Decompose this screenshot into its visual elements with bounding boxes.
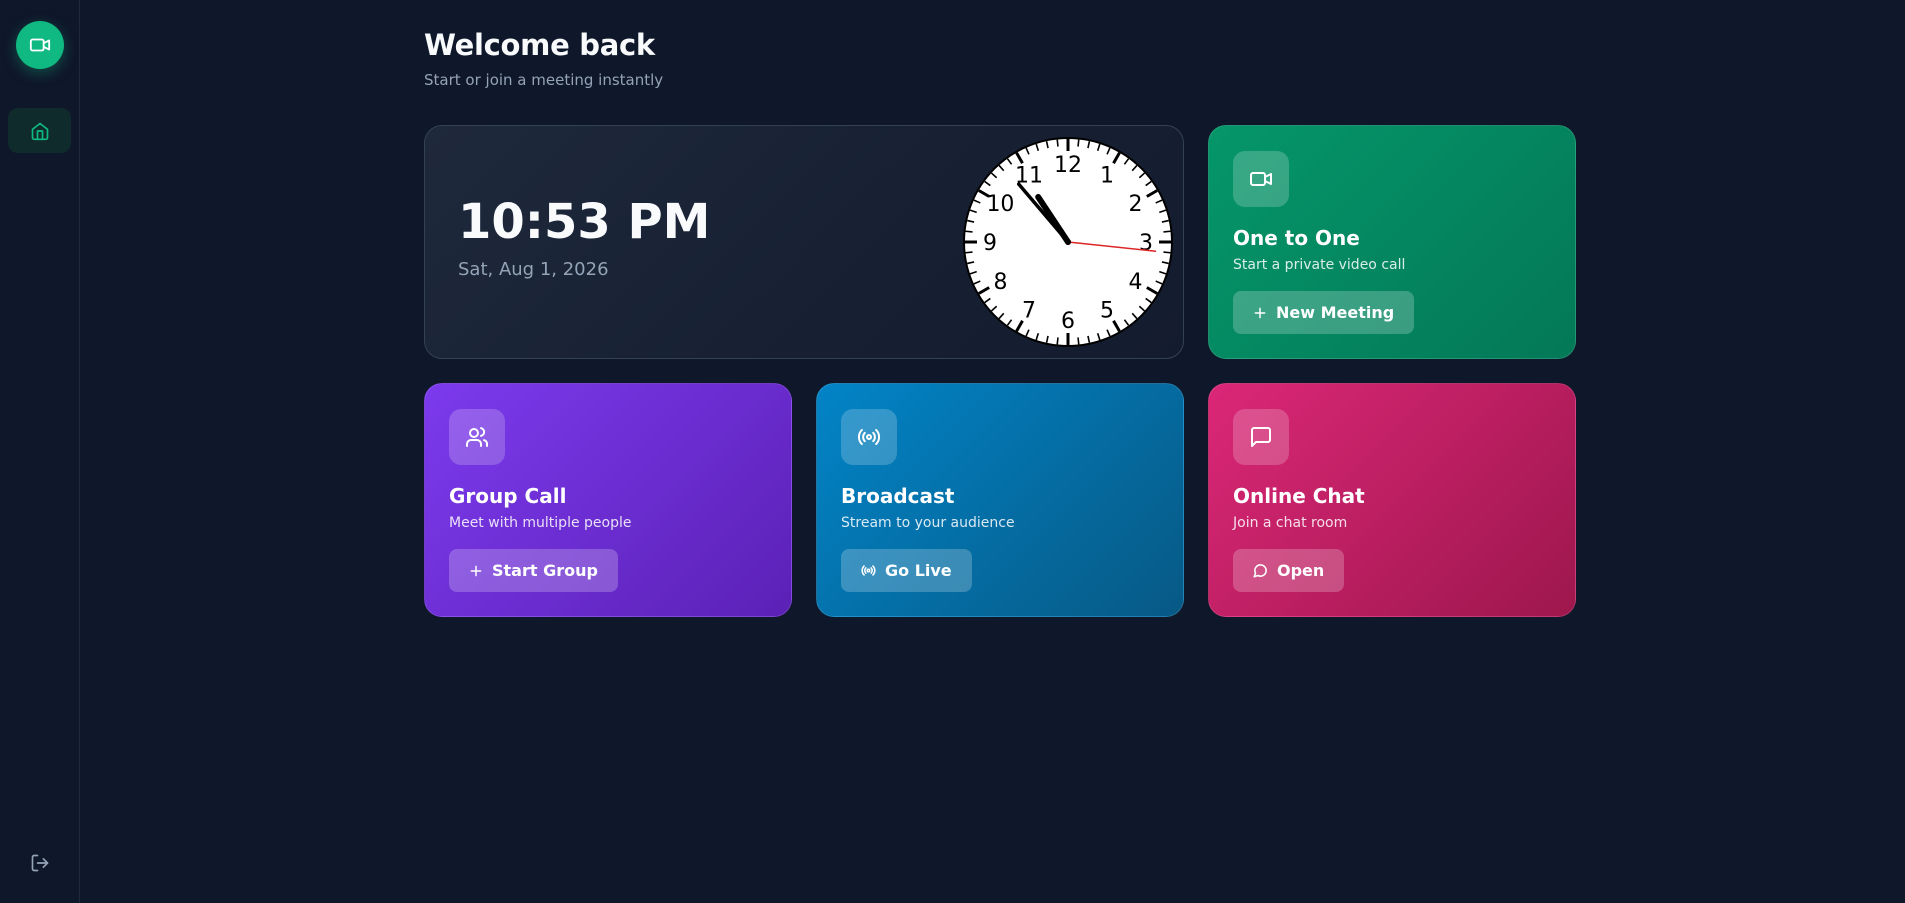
minute-tick (965, 230, 973, 233)
plus-icon (1254, 307, 1266, 318)
group-call-description: Meet with multiple people (449, 515, 632, 531)
broadcast-icon-box (841, 409, 897, 465)
logout-icon (31, 854, 49, 872)
go-live-button[interactable]: Go Live (841, 549, 972, 592)
clock-numeral: 4 (1129, 270, 1143, 295)
start-group-label: Start Group (492, 561, 598, 580)
online-chat-title: Online Chat (1233, 484, 1365, 508)
broadcast-description: Stream to your audience (841, 515, 1015, 531)
page-subtitle: Start or join a meeting instantly (424, 71, 664, 89)
one-to-one-icon-box (1233, 151, 1289, 207)
clock-card: 10:53 PM Sat, Aug 1, 2026 12 1 2 3 4 5 6 7 8 9 10 1… (424, 125, 1184, 359)
clock-numeral: 3 (1139, 231, 1153, 256)
go-live-label: Go Live (885, 561, 952, 580)
analog-clock: 12 1234567891011 (963, 137, 1173, 347)
users-icon (466, 427, 489, 447)
new-meeting-label: New Meeting (1276, 303, 1395, 322)
home-icon (31, 122, 48, 140)
sidebar-item-home[interactable] (8, 108, 71, 153)
one-to-one-description: Start a private video call (1233, 257, 1406, 273)
video-camera-icon (1250, 172, 1272, 186)
clock-numeral: 6 (1061, 309, 1075, 334)
group-call-title: Group Call (449, 484, 567, 508)
start-group-button[interactable]: Start Group (449, 549, 618, 592)
app-logo-button[interactable] (16, 21, 64, 69)
online-chat-icon-box (1233, 409, 1289, 465)
clock-numeral: 2 (1129, 192, 1143, 217)
one-to-one-title: One to One (1233, 226, 1360, 250)
online-chat-card[interactable]: Online Chat Join a chat room Open (1208, 383, 1576, 617)
minute-tick (965, 251, 973, 254)
group-call-icon-box (449, 409, 505, 465)
minute-tick (1163, 251, 1171, 254)
clock-numeral: 9 (983, 231, 997, 256)
broadcast-title: Broadcast (841, 484, 955, 508)
clock-numeral: 5 (1100, 299, 1114, 324)
minute-tick (1077, 337, 1080, 345)
current-date: Sat, Aug 1, 2026 (458, 259, 609, 280)
open-chat-label: Open (1277, 561, 1325, 580)
broadcast-icon (861, 565, 876, 576)
new-meeting-button[interactable]: New Meeting (1233, 291, 1415, 334)
chat-icon (1251, 427, 1271, 447)
minute-tick (1056, 139, 1059, 147)
clock-numeral: 8 (993, 270, 1007, 295)
one-to-one-card[interactable]: One to One Start a private video call Ne… (1208, 125, 1576, 359)
logout-button[interactable] (28, 851, 52, 875)
clock-numeral: 12 (1054, 153, 1082, 178)
clock-numeral: 1 (1100, 163, 1114, 188)
group-call-card[interactable]: Group Call Meet with multiple people Sta… (424, 383, 792, 617)
online-chat-description: Join a chat room (1233, 515, 1348, 531)
page-title: Welcome back (424, 28, 655, 62)
sidebar (0, 0, 80, 903)
clock-numeral: 10 (986, 192, 1014, 217)
video-camera-icon (29, 38, 51, 52)
digital-time: 10:53 PM (458, 194, 711, 250)
minute-tick (1163, 230, 1171, 233)
chat-bubble-icon (1253, 564, 1267, 578)
broadcast-icon (857, 428, 881, 446)
clock-center-pin (1065, 239, 1071, 245)
plus-icon (470, 565, 482, 576)
clock-numeral: 7 (1022, 299, 1036, 324)
minute-tick (1056, 337, 1059, 345)
broadcast-card[interactable]: Broadcast Stream to your audience Go Liv… (816, 383, 1184, 617)
open-chat-button[interactable]: Open (1233, 549, 1345, 592)
minute-tick (1077, 139, 1080, 147)
